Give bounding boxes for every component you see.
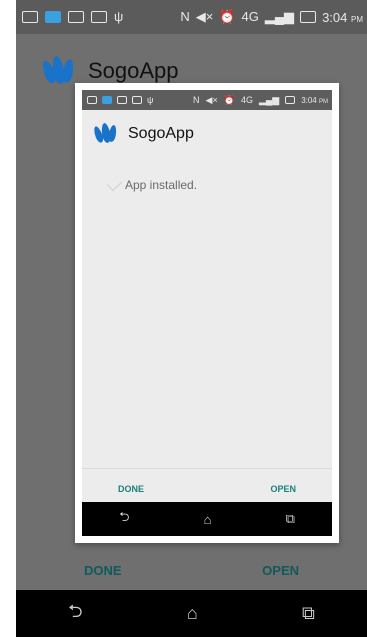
notification-icon	[87, 96, 97, 104]
keyboard-icon	[68, 11, 84, 23]
back-icon[interactable]: ⮌	[68, 599, 82, 629]
device-screen: ψ Ν ◀× ⏰ 4G ▂▄▆ 3:04 PM SogoApp ψ Ν ◀× ⏰…	[16, 0, 367, 637]
dialog-status-icons-left: ψ	[82, 95, 154, 105]
app-title: SogoApp	[88, 58, 179, 83]
recents-icon[interactable]: ⧉	[302, 603, 315, 624]
status-bar: ψ Ν ◀× ⏰ 4G ▂▄▆ 3:04 PM	[16, 0, 367, 34]
home-icon[interactable]: ⌂	[204, 512, 212, 527]
code-icon	[91, 11, 107, 23]
dialog-status-icons-right: Ν ◀× ⏰ 4G ▂▄▆ 3:04 PM	[193, 96, 332, 105]
navigation-bar: ⮌ ⌂ ⧉	[16, 590, 367, 637]
checkmark-icon	[106, 175, 123, 192]
recents-icon[interactable]: ⧉	[286, 511, 295, 527]
dialog-done-button[interactable]: DONE	[82, 484, 180, 494]
lte-icon: 4G	[240, 95, 253, 105]
sogoapp-logo-icon	[40, 54, 76, 88]
install-dialog-screenshot: ψ Ν ◀× ⏰ 4G ▂▄▆ 3:04 PM SogoApp App inst…	[75, 83, 339, 543]
code-icon	[132, 96, 142, 104]
screenshot-icon	[45, 11, 61, 23]
battery-icon	[285, 96, 296, 104]
status-icons-right: Ν ◀× ⏰ 4G ▂▄▆ 3:04 PM	[180, 10, 367, 25]
dialog-status-time: 3:04 PM	[301, 95, 328, 105]
notification-icon	[22, 11, 38, 23]
nfc-icon: Ν	[180, 9, 190, 24]
alarm-icon: ⏰	[219, 9, 236, 24]
install-status: App installed.	[106, 175, 198, 192]
signal-icon: ▂▄▆	[258, 95, 280, 105]
status-time: 3:04 PM	[322, 9, 363, 25]
alarm-icon: ⏰	[223, 95, 235, 105]
install-message: App installed.	[125, 178, 198, 192]
button-bar: DONE OPEN	[16, 550, 367, 590]
home-icon[interactable]: ⌂	[187, 603, 198, 624]
dialog-content: ψ Ν ◀× ⏰ 4G ▂▄▆ 3:04 PM SogoApp App inst…	[82, 90, 332, 536]
dialog-app-title: SogoApp	[128, 125, 194, 142]
usb-icon: ψ	[114, 9, 124, 24]
open-button[interactable]: OPEN	[194, 563, 367, 578]
mute-icon: ◀×	[205, 95, 218, 105]
back-icon[interactable]: ⮌	[119, 508, 129, 530]
done-button[interactable]: DONE	[16, 563, 190, 578]
dialog-divider	[82, 468, 332, 469]
dialog-status-bar: ψ Ν ◀× ⏰ 4G ▂▄▆ 3:04 PM	[82, 90, 332, 110]
dialog-button-bar: DONE OPEN	[82, 478, 332, 500]
sogoapp-logo-icon	[92, 122, 118, 146]
dialog-open-button[interactable]: OPEN	[234, 484, 332, 494]
screenshot-icon	[102, 96, 112, 104]
status-icons-left: ψ	[16, 9, 124, 24]
dialog-app-header: SogoApp	[92, 122, 194, 146]
nfc-icon: Ν	[193, 95, 200, 105]
keyboard-icon	[117, 96, 127, 104]
lte-icon: 4G	[241, 9, 259, 24]
usb-icon: ψ	[147, 95, 154, 105]
mute-icon: ◀×	[195, 9, 214, 24]
battery-icon	[300, 11, 317, 23]
dialog-navigation-bar: ⮌ ⌂ ⧉	[82, 502, 332, 536]
signal-icon: ▂▄▆	[264, 9, 295, 24]
